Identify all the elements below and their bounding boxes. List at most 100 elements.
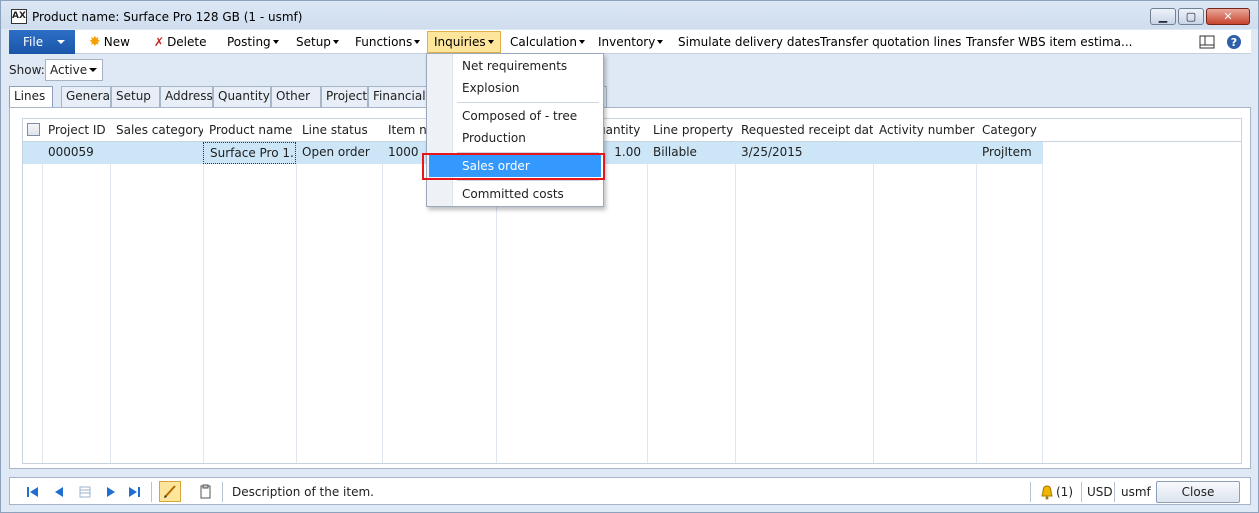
divider xyxy=(1081,482,1082,502)
col-sales-category[interactable]: Sales category xyxy=(110,119,203,142)
col-requested-receipt-date[interactable]: Requested receipt date xyxy=(735,119,873,142)
menu-item-explosion[interactable]: Explosion xyxy=(455,77,601,99)
maximize-button[interactable]: ▢ xyxy=(1178,8,1204,25)
col-project-id[interactable]: Project ID xyxy=(42,119,110,142)
close-button[interactable]: Close xyxy=(1156,481,1240,503)
grid-divider xyxy=(382,119,383,463)
transfer-wbs-button[interactable]: Transfer WBS item estima... xyxy=(966,30,1132,54)
cell-requested-receipt-date[interactable]: 3/25/2015 xyxy=(735,142,873,164)
new-button[interactable]: ✸ New xyxy=(89,30,130,54)
setup-label: Setup xyxy=(296,35,331,49)
first-record-icon[interactable] xyxy=(25,484,41,500)
inventory-menu[interactable]: Inventory xyxy=(598,30,664,54)
tab-label: Financial xyxy=(373,89,426,103)
tab-label: Project xyxy=(326,89,368,103)
tab-label: Address xyxy=(165,89,213,103)
menu-item-composed-of-tree[interactable]: Composed of - tree xyxy=(455,105,601,127)
status-bar: Description of the item. (1) USD usmf Cl… xyxy=(9,477,1251,505)
close-window-button[interactable]: ✕ xyxy=(1206,8,1250,25)
grid-divider xyxy=(647,119,648,463)
delete-icon: ✗ xyxy=(154,35,165,49)
tab-label: Lines xyxy=(14,89,46,103)
action-pane: File ✸ New ✗ Delete Posting Setup Function… xyxy=(9,30,1251,54)
cell-activity-number[interactable] xyxy=(873,142,976,164)
transfer-quotation-button[interactable]: Transfer quotation lines xyxy=(820,30,961,54)
show-dropdown[interactable]: Active xyxy=(45,59,103,81)
edit-mode-icon[interactable] xyxy=(159,481,181,502)
close-icon: ✕ xyxy=(1223,10,1233,23)
grid-divider xyxy=(203,119,204,463)
col-line-property[interactable]: Line property xyxy=(647,119,735,142)
lines-panel: Project ID Sales category Product name L… xyxy=(9,107,1251,469)
next-record-icon[interactable] xyxy=(103,484,119,500)
file-menu-button[interactable]: File xyxy=(9,30,75,54)
show-label: Show: xyxy=(9,63,45,77)
calculation-menu[interactable]: Calculation xyxy=(510,30,585,54)
window-controls: ▁ ▢ ✕ xyxy=(1150,8,1250,25)
help-icon[interactable]: ? xyxy=(1226,34,1242,50)
col-line-status[interactable]: Line status xyxy=(296,119,382,142)
menu-separator xyxy=(457,102,599,103)
layout-icon[interactable] xyxy=(1199,34,1215,50)
menu-item-net-requirements[interactable]: Net requirements xyxy=(455,55,601,77)
title-bar: AX Product name: Surface Pro 128 GB (1 -… xyxy=(1,1,1258,29)
attachments-icon[interactable] xyxy=(197,484,213,500)
col-activity-number[interactable]: Activity number xyxy=(873,119,976,142)
posting-menu[interactable]: Posting xyxy=(227,30,279,54)
last-record-icon[interactable] xyxy=(126,484,142,500)
tab-label: Other xyxy=(276,89,311,103)
cell-line-status[interactable]: Open order xyxy=(296,142,382,164)
col-category[interactable]: Category xyxy=(976,119,1042,142)
tab-general[interactable]: General xyxy=(61,86,113,107)
divider xyxy=(151,482,152,502)
minimize-button[interactable]: ▁ xyxy=(1150,8,1176,25)
inquiries-menu[interactable]: Inquiries xyxy=(427,31,501,53)
cell-category[interactable]: ProjItem xyxy=(976,142,1042,164)
select-all-checkbox[interactable] xyxy=(27,123,40,136)
tab-quantity[interactable]: Quantity xyxy=(213,86,271,107)
grid-divider xyxy=(976,119,977,463)
tab-lines[interactable]: Lines xyxy=(9,86,53,108)
setup-menu[interactable]: Setup xyxy=(296,30,339,54)
posting-label: Posting xyxy=(227,35,271,49)
svg-text:?: ? xyxy=(1231,36,1237,49)
chevron-down-icon xyxy=(578,40,585,44)
tab-financial[interactable]: Financial xyxy=(368,86,430,107)
notification-count[interactable]: (1) xyxy=(1056,485,1073,499)
bell-icon[interactable] xyxy=(1039,484,1055,500)
tab-address[interactable]: Address xyxy=(160,86,213,107)
minimize-icon: ▁ xyxy=(1158,10,1168,23)
simulate-delivery-button[interactable]: Simulate delivery dates xyxy=(678,30,820,54)
currency-indicator[interactable]: USD xyxy=(1087,485,1113,499)
menu-item-production[interactable]: Production xyxy=(455,127,601,149)
company-indicator[interactable]: usmf xyxy=(1121,485,1151,499)
chevron-down-icon xyxy=(657,40,664,44)
calculation-label: Calculation xyxy=(510,35,577,49)
grid-divider xyxy=(42,119,43,463)
new-icon: ✸ xyxy=(89,34,101,50)
cell-product-name[interactable]: Surface Pro 1... xyxy=(203,142,296,164)
menu-item-committed-costs[interactable]: Committed costs xyxy=(455,183,601,205)
previous-record-icon[interactable] xyxy=(51,484,67,500)
select-all-header xyxy=(23,119,42,142)
chevron-down-icon xyxy=(89,68,97,72)
functions-menu[interactable]: Functions xyxy=(355,30,421,54)
chevron-down-icon xyxy=(57,40,65,44)
cell-sales-category[interactable] xyxy=(110,142,203,164)
tab-other[interactable]: Other xyxy=(271,86,321,107)
col-product-name[interactable]: Product name xyxy=(203,119,296,142)
annotation-highlight-box xyxy=(422,153,605,180)
delete-button[interactable]: ✗ Delete xyxy=(154,30,207,54)
tab-project[interactable]: Project xyxy=(321,86,368,107)
grid-divider xyxy=(1042,119,1043,463)
record-list-icon[interactable] xyxy=(77,484,93,500)
lines-grid: Project ID Sales category Product name L… xyxy=(22,118,1242,464)
chevron-down-icon xyxy=(487,40,494,44)
cell-line-property[interactable]: Billable xyxy=(647,142,735,164)
functions-label: Functions xyxy=(355,35,413,49)
divider xyxy=(222,482,223,502)
cell-project-id[interactable]: 000059 xyxy=(42,142,110,164)
chevron-down-icon xyxy=(272,40,279,44)
menu-separator xyxy=(457,180,599,181)
tab-setup[interactable]: Setup xyxy=(111,86,160,107)
